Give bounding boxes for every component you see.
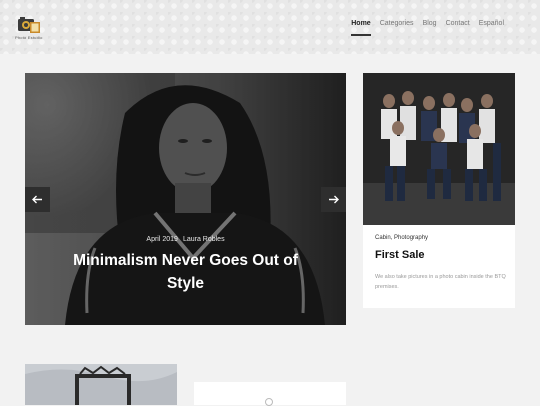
post-meta: April 2019 Laura Robles: [25, 236, 346, 243]
post-card-excerpt: We also take pictures in a photo cabin i…: [375, 274, 506, 290]
hero-slider[interactable]: April 2019 Laura Robles Minimalism Never …: [25, 73, 346, 325]
slider-next-button[interactable]: [321, 187, 346, 212]
post-card-categories[interactable]: Cabin, Photography: [375, 235, 428, 241]
nav-home[interactable]: Home: [351, 20, 372, 36]
post-date[interactable]: April 2019: [146, 236, 178, 243]
main-nav: Home Categories Blog Contact Español: [351, 20, 504, 36]
post-thumbnail[interactable]: [25, 364, 177, 405]
site-header: Photo Estudio Home Categories Blog Conta…: [0, 0, 540, 54]
post-card-image[interactable]: [363, 73, 515, 225]
nav-blog[interactable]: Blog: [423, 20, 437, 27]
slider-prev-button[interactable]: [25, 187, 50, 212]
post-card[interactable]: Cabin, Photography First Sale We also ta…: [363, 73, 515, 308]
arrow-right-icon: [329, 195, 339, 204]
logo-text: Photo Estudio: [15, 35, 43, 40]
nav-language[interactable]: Español: [479, 20, 504, 27]
post-author[interactable]: Laura Robles: [183, 236, 225, 243]
post-card-title[interactable]: First Sale: [375, 249, 425, 261]
nav-categories[interactable]: Categories: [380, 20, 414, 27]
hero-title[interactable]: Minimalism Never Goes Out of Style: [65, 249, 306, 295]
nav-contact[interactable]: Contact: [446, 20, 470, 27]
arrow-left-icon: [32, 195, 42, 204]
